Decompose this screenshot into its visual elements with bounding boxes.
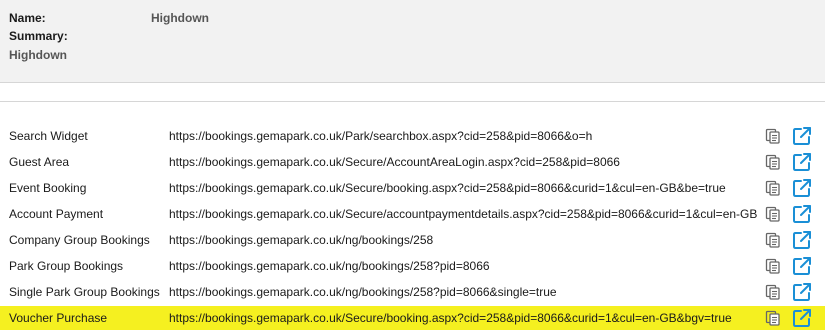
link-row-park-group-bookings: Park Group Bookings https://bookings.gem… <box>0 254 825 278</box>
copy-icon[interactable] <box>765 310 781 326</box>
external-link-icon[interactable] <box>792 282 812 302</box>
external-link-icon[interactable] <box>792 230 812 250</box>
link-label: Event Booking <box>9 181 87 195</box>
link-label: Single Park Group Bookings <box>9 285 160 299</box>
copy-icon[interactable] <box>765 180 781 196</box>
link-url[interactable]: https://bookings.gemapark.co.uk/Secure/A… <box>169 155 757 169</box>
copy-icon[interactable] <box>765 206 781 222</box>
link-url[interactable]: https://bookings.gemapark.co.uk/Secure/a… <box>169 207 757 221</box>
summary-value: Highdown <box>9 48 67 62</box>
name-label: Name: <box>9 11 46 25</box>
link-url[interactable]: https://bookings.gemapark.co.uk/Park/sea… <box>169 129 757 143</box>
copy-icon[interactable] <box>765 258 781 274</box>
link-row-account-payment: Account Payment https://bookings.gemapar… <box>0 202 825 226</box>
link-row-voucher-purchase: Voucher Purchase https://bookings.gemapa… <box>0 306 825 330</box>
link-row-company-group-bookings: Company Group Bookings https://bookings.… <box>0 228 825 252</box>
link-label: Search Widget <box>9 129 88 143</box>
external-link-icon[interactable] <box>792 308 812 328</box>
copy-icon[interactable] <box>765 232 781 248</box>
link-url[interactable]: https://bookings.gemapark.co.uk/Secure/b… <box>169 181 757 195</box>
link-label: Park Group Bookings <box>9 259 124 273</box>
external-link-icon[interactable] <box>792 204 812 224</box>
link-url[interactable]: https://bookings.gemapark.co.uk/ng/booki… <box>169 259 757 273</box>
link-label: Account Payment <box>9 207 104 221</box>
link-row-search-widget: Search Widget https://bookings.gemapark.… <box>0 124 825 148</box>
link-url[interactable]: https://bookings.gemapark.co.uk/Secure/b… <box>169 311 757 325</box>
link-row-guest-area: Guest Area https://bookings.gemapark.co.… <box>0 150 825 174</box>
name-value: Highdown <box>151 11 209 25</box>
link-label: Guest Area <box>9 155 70 169</box>
copy-icon[interactable] <box>765 154 781 170</box>
booking-links-list: Search Widget https://bookings.gemapark.… <box>0 101 825 334</box>
external-link-icon[interactable] <box>792 126 812 146</box>
external-link-icon[interactable] <box>792 178 812 198</box>
external-link-icon[interactable] <box>792 256 812 276</box>
link-label: Voucher Purchase <box>9 311 108 325</box>
copy-icon[interactable] <box>765 128 781 144</box>
copy-icon[interactable] <box>765 284 781 300</box>
summary-panel: Name: Highdown Summary: Highdown <box>0 0 825 83</box>
external-link-icon[interactable] <box>792 152 812 172</box>
link-row-single-park-group-bookings: Single Park Group Bookings https://booki… <box>0 280 825 304</box>
link-label: Company Group Bookings <box>9 233 150 247</box>
summary-label: Summary: <box>9 29 68 43</box>
link-url[interactable]: https://bookings.gemapark.co.uk/ng/booki… <box>169 285 757 299</box>
link-row-event-booking: Event Booking https://bookings.gemapark.… <box>0 176 825 200</box>
link-url[interactable]: https://bookings.gemapark.co.uk/ng/booki… <box>169 233 757 247</box>
